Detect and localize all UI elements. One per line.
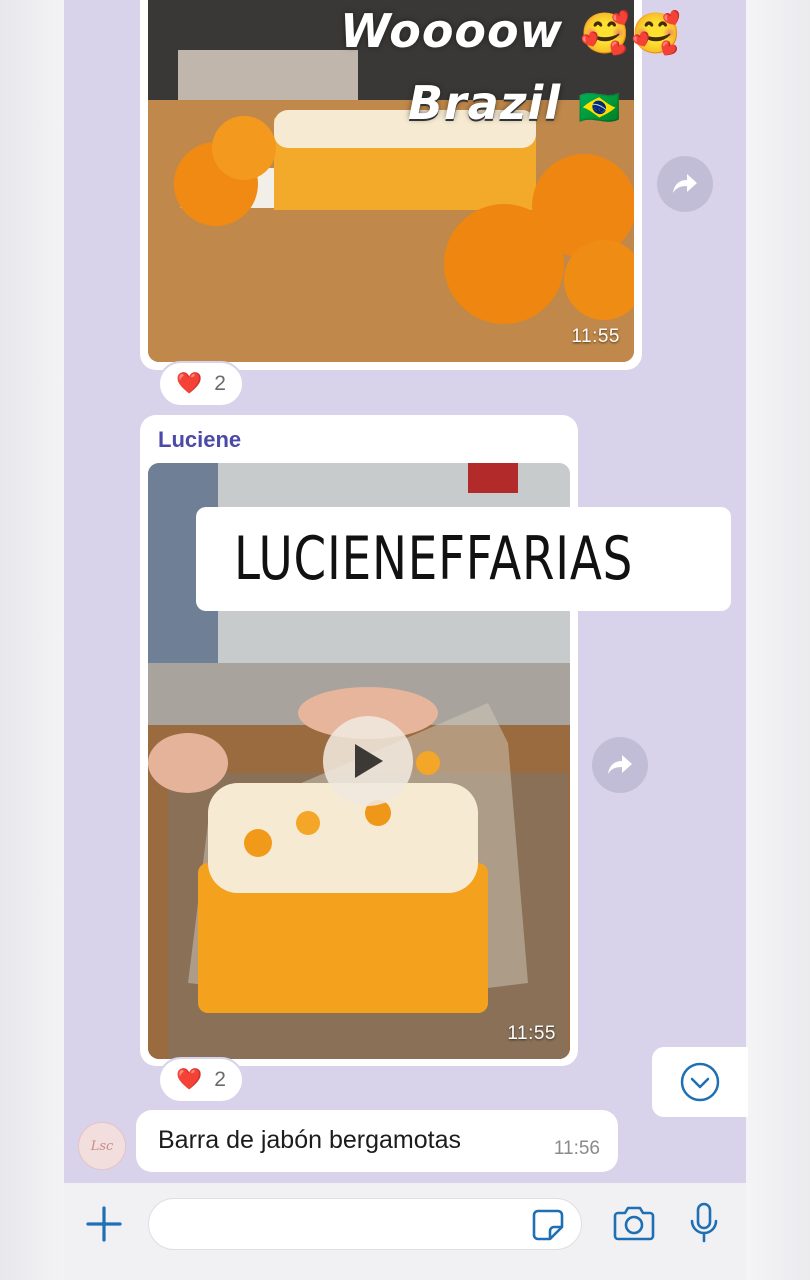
avatar-label: Lsc [90,1138,114,1154]
voice-message-button[interactable] [688,1201,720,1250]
story-overlay-text-line2: Brazil 🇧🇷 [408,76,621,130]
forward-arrow-icon [608,755,632,774]
reaction-count: 2 [214,372,226,395]
camera-button[interactable] [612,1203,656,1248]
reaction-badge-video[interactable]: ❤️ 2 [158,1057,244,1103]
microphone-icon [690,1202,718,1243]
heart-icon: ❤️ [176,372,203,395]
message-text: Barra de jabón bergamotas [158,1126,461,1154]
instagram-mention-sticker[interactable]: LUCIENEFFARIAS [196,507,731,611]
overlay-line2: Brazil [408,76,562,130]
forward-arrow-icon [673,174,697,193]
smiling-hearts-emoji: 🥰🥰 [580,11,682,57]
camera-icon [613,1206,655,1241]
video-timestamp: 11:55 [507,1023,556,1044]
sender-name: Luciene [158,427,242,452]
instagram-handle: LUCIENEFFARIAS [234,524,634,594]
right-frame [746,0,810,1280]
message-input[interactable] [148,1198,582,1250]
left-frame [0,0,64,1280]
reaction-badge[interactable]: ❤️ 2 [158,361,244,407]
overlay-line1: Woooow [340,4,564,58]
scroll-to-bottom-button[interactable] [652,1047,748,1117]
brazil-flag-emoji: 🇧🇷 [578,88,622,128]
text-message-bubble[interactable]: Barra de jabón bergamotas 11:56 [136,1110,618,1172]
attach-button[interactable] [84,1204,124,1249]
plus-icon [86,1206,122,1242]
story-overlay-text-line1: Woooow 🥰🥰 [340,4,682,58]
play-button[interactable] [323,716,413,806]
message-timestamp: 11:56 [553,1138,600,1159]
forward-button-video[interactable] [592,737,648,793]
sticker-icon [532,1209,564,1241]
reaction-count: 2 [214,1068,226,1091]
sticker-button[interactable] [531,1208,565,1247]
photo-timestamp: 11:55 [571,326,620,347]
play-icon [355,744,383,778]
heart-icon: ❤️ [176,1068,203,1091]
chevron-down-circle-icon [680,1062,720,1102]
avatar[interactable]: Lsc [78,1122,126,1170]
message-composer [64,1183,746,1280]
forward-button[interactable] [657,156,713,212]
